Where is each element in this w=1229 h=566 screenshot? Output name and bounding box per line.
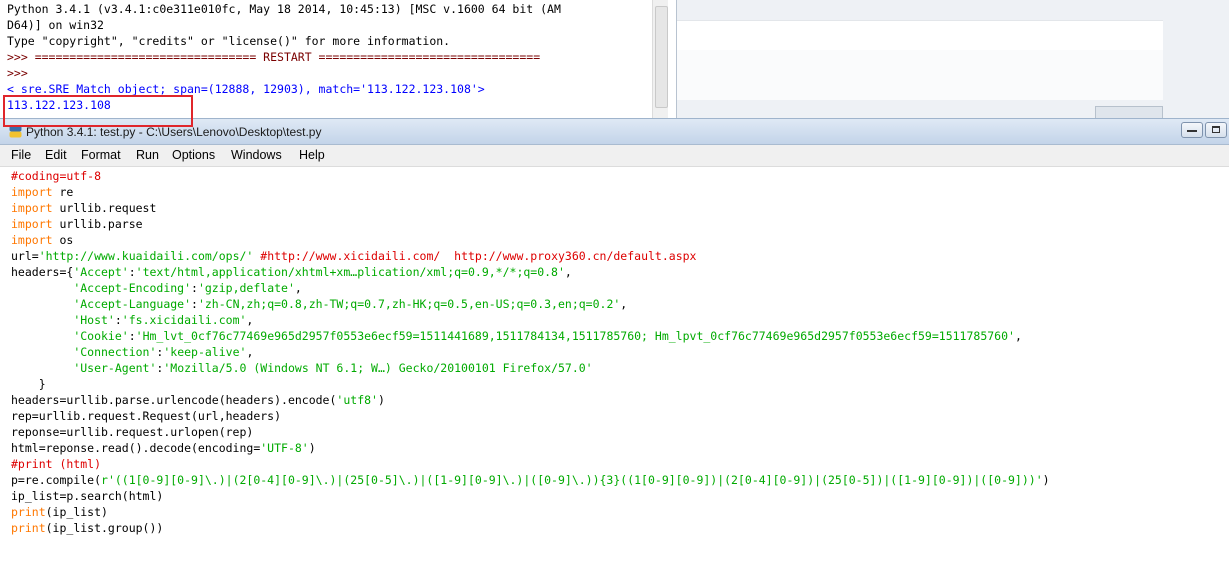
code-line: p=re.compile(r'((1[0-9][0-9]\.)|(2[0-4][… [11, 473, 1050, 487]
code-line: import os [11, 233, 74, 247]
code-line: reponse=urllib.request.urlopen(rep) [11, 425, 254, 439]
background-window [676, 0, 1229, 119]
code-line: 'Cookie':'Hm_lvt_0cf76c77469e965d2957f05… [73, 329, 1022, 343]
menu-options[interactable]: Options [172, 148, 215, 162]
background-pane-lower [677, 50, 1163, 100]
shell-banner-line-2: D64)] on win32 [7, 18, 104, 32]
code-line: import re [11, 185, 74, 199]
code-line: } [11, 377, 46, 391]
maximize-icon [1212, 126, 1220, 133]
code-line: 'Accept-Encoding':'gzip,deflate', [73, 281, 302, 295]
code-line: #print (html) [11, 457, 102, 471]
code-line: ip_list=p.search(html) [11, 489, 164, 503]
code-line: rep=urllib.request.Request(url,headers) [11, 409, 282, 423]
menu-bar: File Edit Format Run Options Windows Hel… [0, 145, 1229, 167]
code-line: headers=urllib.parse.urlencode(headers).… [11, 393, 385, 407]
background-pane [677, 20, 1163, 52]
code-line: import urllib.request [11, 201, 157, 215]
shell-banner-line-3: Type "copyright", "credits" or "license(… [7, 34, 451, 48]
code-area[interactable]: #coding=utf-8 import re import urllib.re… [0, 167, 1229, 566]
code-line: import urllib.parse [11, 217, 143, 231]
editor-window: Python 3.4.1: test.py - C:\Users\Lenovo\… [0, 118, 1229, 566]
menu-windows[interactable]: Windows [231, 148, 282, 162]
shell-scrollbar-thumb[interactable] [655, 6, 668, 108]
ip-highlight-box [3, 95, 193, 127]
menu-run[interactable]: Run [136, 148, 159, 162]
menu-format[interactable]: Format [81, 148, 121, 162]
code-line: headers={'Accept':'text/html,application… [11, 265, 572, 279]
menu-help[interactable]: Help [299, 148, 325, 162]
minimize-button[interactable] [1181, 122, 1203, 138]
code-line: #coding=utf-8 [11, 169, 102, 183]
code-line: 'Accept-Language':'zh-CN,zh;q=0.8,zh-TW;… [73, 297, 628, 311]
minimize-icon [1187, 130, 1197, 132]
code-line: 'User-Agent':'Mozilla/5.0 (Windows NT 6.… [73, 361, 593, 375]
shell-banner-line-1: Python 3.4.1 (v3.4.1:c0e311e010fc, May 1… [7, 2, 561, 16]
shell-scrollbar[interactable] [652, 0, 668, 118]
code-line: url='http://www.kuaidaili.com/ops/' #htt… [11, 249, 697, 263]
menu-file[interactable]: File [11, 148, 31, 162]
editor-title: Python 3.4.1: test.py - C:\Users\Lenovo\… [26, 125, 322, 139]
code-line: html=reponse.read().decode(encoding='UTF… [11, 441, 316, 455]
shell-restart-line: >>> ================================ RES… [7, 50, 541, 64]
code-line: 'Host':'fs.xicidaili.com', [73, 313, 254, 327]
shell-prompt: >>> [7, 66, 28, 80]
maximize-button[interactable] [1205, 122, 1227, 138]
menu-edit[interactable]: Edit [45, 148, 67, 162]
code-line: 'Connection':'keep-alive', [73, 345, 254, 359]
code-line: print(ip_list) [11, 505, 108, 519]
code-line: print(ip_list.group()) [11, 521, 164, 535]
